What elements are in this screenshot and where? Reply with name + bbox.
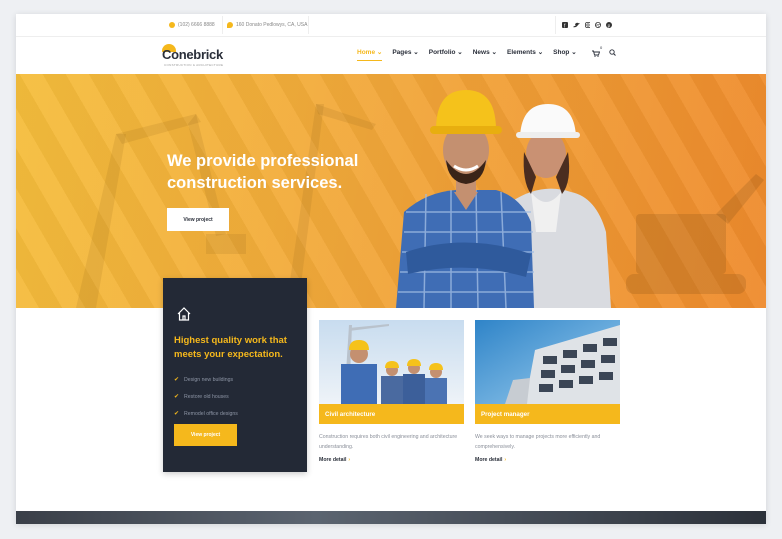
excavator-background-image <box>626 174 764 294</box>
nav-item-portfolio[interactable]: Portfolio ⌄ <box>429 48 463 56</box>
chevron-right-icon: › <box>504 457 507 463</box>
list-item: ✔ Restore old houses <box>174 393 229 401</box>
card-title: Highest quality work that meets your exp… <box>174 335 287 360</box>
address-info: 160 Donato Pedlowys, CA, USA <box>227 14 307 36</box>
more-detail-link[interactable]: More detail › <box>319 457 464 463</box>
cart-count: 0 <box>600 45 603 50</box>
page: (102) 6666 8888 160 Donato Pedlowys, CA,… <box>16 14 766 524</box>
divider <box>555 16 556 34</box>
project-manager-image[interactable] <box>475 320 620 404</box>
next-section-preview <box>16 511 766 524</box>
check-icon: ✔ <box>174 394 180 400</box>
logo-tagline: CONSTRUCTION & ARCHITECTURE <box>164 63 224 67</box>
check-icon: ✔ <box>174 377 180 383</box>
pinterest-icon[interactable]: p <box>606 22 613 28</box>
house-icon <box>177 307 191 321</box>
nav-item-pages[interactable]: Pages ⌄ <box>392 48 418 56</box>
dribbble-icon[interactable] <box>595 22 602 28</box>
construction-background-image <box>76 104 376 308</box>
logo[interactable]: Conebrick CONSTRUCTION & ARCHITECTURE <box>162 42 232 68</box>
list-item: ✔ Design new buildings <box>174 376 234 384</box>
divider <box>308 16 309 34</box>
workers-group-photo <box>319 320 464 404</box>
service-tag[interactable]: Civil architecture <box>319 404 464 424</box>
nav-item-news[interactable]: News ⌄ <box>473 48 497 56</box>
phone-info[interactable]: (102) 6666 8888 <box>169 14 215 36</box>
card-feature-list: ✔ Design new buildings ✔ Restore old house… <box>174 371 238 422</box>
search-icon[interactable] <box>609 49 616 56</box>
nav-menu: Home ⌄ Pages ⌄ Portfolio ⌄ News ⌄ Elemen… <box>357 48 577 61</box>
top-bar: (102) 6666 8888 160 Donato Pedlowys, CA,… <box>16 14 766 37</box>
service-tag[interactable]: Project manager <box>475 404 620 424</box>
nav-item-home[interactable]: Home ⌄ <box>357 48 383 61</box>
nav-item-elements[interactable]: Elements ⌄ <box>507 48 543 56</box>
check-icon: ✔ <box>174 411 180 417</box>
divider <box>222 16 223 34</box>
instagram-icon[interactable] <box>584 22 591 28</box>
quality-card: Highest quality work that meets your exp… <box>163 278 307 472</box>
service-card-civil: Civil architecture Construction requires… <box>319 320 464 463</box>
more-detail-link[interactable]: More detail › <box>475 457 620 463</box>
nav-item-shop[interactable]: Shop ⌄ <box>553 48 577 56</box>
civil-architecture-image[interactable] <box>319 320 464 404</box>
card-view-project-button[interactable]: View project <box>174 424 237 446</box>
hero-title: We provide professional construction ser… <box>167 152 359 192</box>
workers-photo <box>396 90 611 308</box>
building-photo <box>475 320 620 404</box>
service-description: We seek ways to manage projects more eff… <box>475 434 601 450</box>
service-description: Construction requires both civil enginee… <box>319 434 458 450</box>
list-item: ✔ Remodel office designs <box>174 410 238 418</box>
cart-icon[interactable] <box>592 50 600 57</box>
phone-text: (102) 6666 8888 <box>178 22 215 28</box>
twitter-icon[interactable] <box>572 22 580 28</box>
facebook-icon[interactable]: f <box>562 22 568 28</box>
logo-text: Conebrick <box>162 47 223 62</box>
service-card-project: Project manager We seek ways to manage p… <box>475 320 620 463</box>
view-project-button[interactable]: View project <box>167 208 229 231</box>
hero-banner: We provide professional construction ser… <box>16 74 766 308</box>
address-text: 160 Donato Pedlowys, CA, USA <box>236 22 308 28</box>
chevron-right-icon: › <box>348 457 351 463</box>
main-nav: Conebrick CONSTRUCTION & ARCHITECTURE Ho… <box>16 36 766 74</box>
social-links: f p <box>562 14 613 36</box>
location-icon <box>227 22 233 28</box>
phone-icon <box>169 22 175 28</box>
man-worker <box>396 90 534 308</box>
